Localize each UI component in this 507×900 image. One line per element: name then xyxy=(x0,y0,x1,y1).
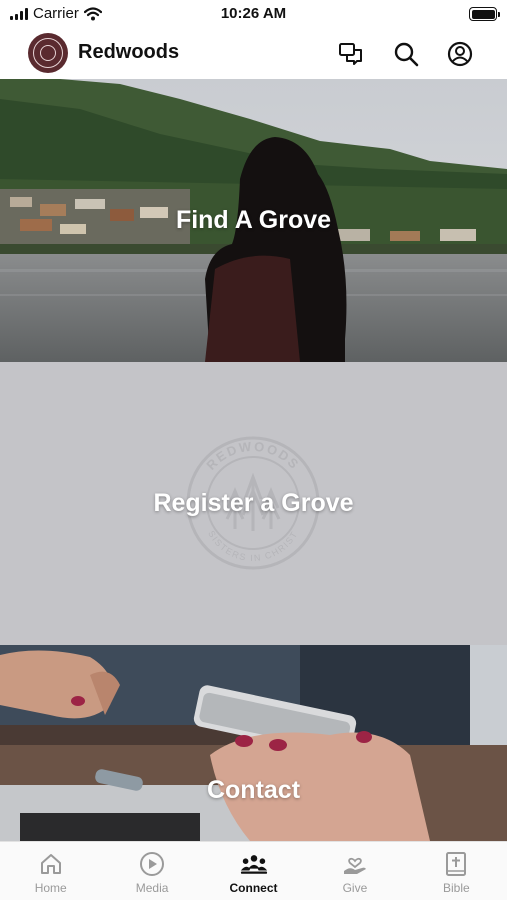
phone-hands-photo xyxy=(0,645,507,841)
give-icon xyxy=(341,850,369,878)
svg-text:REDWOODS: REDWOODS xyxy=(203,439,302,473)
tab-home[interactable]: Home xyxy=(0,842,101,900)
register-grove-label: Register a Grove xyxy=(153,489,354,517)
people-icon xyxy=(240,850,268,878)
tab-bar: Home Media Connect Give Bible xyxy=(0,841,507,900)
tab-bible[interactable]: Bible xyxy=(406,842,507,900)
tab-media-label: Media xyxy=(135,881,169,895)
app-header: Redwoods xyxy=(0,28,507,79)
tab-give-label: Give xyxy=(342,881,368,895)
church-logo[interactable] xyxy=(28,33,68,73)
profile-icon[interactable] xyxy=(445,39,475,69)
contact-label: Contact xyxy=(206,776,301,804)
play-icon xyxy=(138,850,166,878)
tab-give[interactable]: Give xyxy=(304,842,405,900)
watermark-top-text: REDWOODS xyxy=(203,439,300,473)
bible-icon xyxy=(442,850,470,878)
contact-tile[interactable]: Contact xyxy=(0,645,507,841)
battery-icon xyxy=(469,7,500,21)
status-time: 10:26 AM xyxy=(220,5,287,22)
find-grove-label: Find A Grove xyxy=(175,206,332,234)
tab-home-label: Home xyxy=(34,881,67,895)
search-icon[interactable] xyxy=(391,39,421,69)
tab-media[interactable]: Media xyxy=(101,842,202,900)
tab-connect[interactable]: Connect xyxy=(203,842,304,900)
tab-connect-label: Connect xyxy=(229,881,278,895)
chat-icon[interactable] xyxy=(336,39,366,69)
status-bar: Carrier 10:26 AM xyxy=(0,0,507,28)
tab-bible-label: Bible xyxy=(442,881,470,895)
find-grove-tile[interactable]: Find A Grove xyxy=(0,79,507,362)
app-title: Redwoods xyxy=(78,41,180,63)
register-grove-tile[interactable]: REDWOODS SISTERS IN CHRIST Register a Gr… xyxy=(0,362,507,645)
home-icon xyxy=(37,850,65,878)
